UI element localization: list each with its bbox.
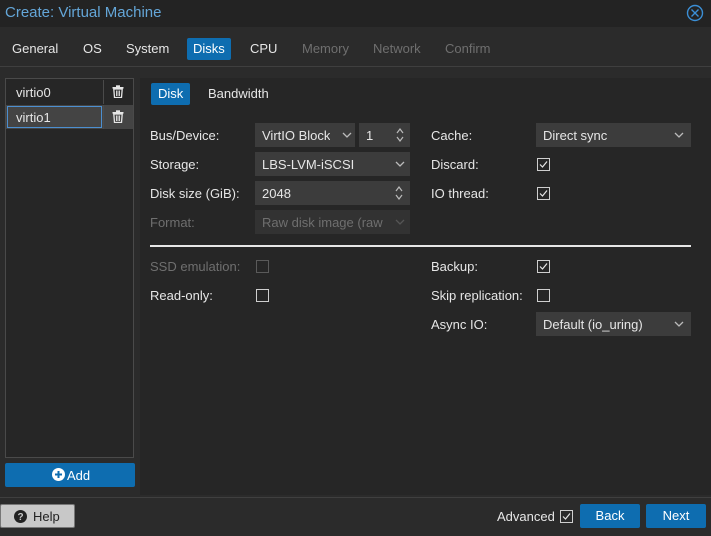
disk-list: virtio0 virtio1 [5, 78, 134, 458]
chevron-down-icon [342, 132, 352, 138]
read-only-checkbox[interactable] [256, 289, 269, 302]
disk-item-virtio0[interactable]: virtio0 [6, 80, 133, 104]
backup-checkbox[interactable] [537, 260, 550, 273]
cache-value: Direct sync [543, 128, 608, 143]
storage-label: Storage: [150, 157, 200, 172]
tab-os[interactable]: OS [77, 38, 108, 60]
disk-item-virtio1[interactable]: virtio1 [6, 105, 133, 129]
io-thread-label: IO thread: [431, 186, 489, 201]
tab-cpu[interactable]: CPU [244, 38, 283, 60]
tab-memory: Memory [302, 41, 349, 56]
chevron-down-icon [395, 161, 405, 167]
device-number-spinner[interactable]: 1 [359, 123, 410, 147]
subtab-bandwidth[interactable]: Bandwidth [201, 83, 276, 105]
spinner-arrows-icon[interactable] [396, 127, 404, 143]
skip-replication-checkbox[interactable] [537, 289, 550, 302]
next-button[interactable]: Next [646, 504, 706, 528]
cache-label: Cache: [431, 128, 473, 143]
help-button-label: Help [33, 509, 60, 524]
format-label: Format: [150, 215, 195, 230]
chevron-down-icon [674, 132, 684, 138]
checkmark-icon [539, 190, 548, 197]
checkmark-icon [562, 513, 571, 520]
add-disk-button[interactable]: Add [5, 463, 135, 487]
trash-icon [112, 85, 124, 98]
cache-select[interactable]: Direct sync [536, 123, 691, 147]
io-thread-checkbox[interactable] [537, 187, 550, 200]
spinner-arrows-icon[interactable] [395, 185, 403, 201]
section-divider [150, 245, 691, 247]
bus-select[interactable]: VirtIO Block [255, 123, 355, 147]
help-button[interactable]: ? Help [0, 504, 75, 528]
tab-system[interactable]: System [120, 38, 175, 60]
backup-label: Backup: [431, 259, 478, 274]
svg-text:?: ? [17, 512, 23, 523]
disk-item-label: virtio1 [16, 110, 51, 125]
tab-network: Network [373, 41, 421, 56]
bus-device-label: Bus/Device: [150, 128, 220, 143]
disk-size-value: 2048 [262, 186, 291, 201]
async-io-select[interactable]: Default (io_uring) [536, 312, 691, 336]
trash-icon [112, 110, 124, 123]
discard-checkbox[interactable] [537, 158, 550, 171]
ssd-emulation-label: SSD emulation: [150, 259, 241, 274]
async-io-label: Async IO: [431, 317, 488, 332]
back-button[interactable]: Back [580, 504, 640, 528]
window-title: Create: Virtual Machine [5, 4, 162, 21]
async-io-value: Default (io_uring) [543, 317, 643, 332]
tab-disks[interactable]: Disks [187, 38, 231, 60]
add-button-label: Add [67, 468, 91, 483]
delete-disk-button[interactable] [103, 80, 133, 104]
checkmark-icon [539, 161, 548, 168]
question-circle-icon: ? [14, 510, 27, 523]
disk-size-label: Disk size (GiB): [150, 186, 240, 201]
checkmark-icon [539, 263, 548, 270]
close-icon[interactable] [686, 4, 704, 22]
tab-general[interactable]: General [6, 38, 64, 60]
storage-select[interactable]: LBS-LVM-iSCSI [255, 152, 410, 176]
chevron-down-icon [674, 321, 684, 327]
disk-item-label: virtio0 [16, 85, 51, 100]
bus-value: VirtIO Block [262, 128, 331, 143]
subtab-disk[interactable]: Disk [151, 83, 191, 105]
disk-size-spinner[interactable]: 2048 [255, 181, 410, 205]
storage-value: LBS-LVM-iSCSI [262, 157, 355, 172]
format-value: Raw disk image (raw [262, 215, 383, 230]
ssd-emulation-checkbox [256, 260, 269, 273]
advanced-label: Advanced [497, 509, 555, 524]
advanced-checkbox[interactable] [560, 510, 573, 523]
format-select: Raw disk image (raw [255, 210, 410, 234]
skip-replication-label: Skip replication: [431, 288, 523, 303]
discard-label: Discard: [431, 157, 479, 172]
chevron-down-icon [395, 219, 405, 225]
device-number-value: 1 [366, 128, 374, 143]
tab-confirm: Confirm [445, 41, 491, 56]
delete-disk-button[interactable] [103, 105, 133, 129]
read-only-label: Read-only: [150, 288, 213, 303]
plus-circle-icon [52, 468, 65, 481]
